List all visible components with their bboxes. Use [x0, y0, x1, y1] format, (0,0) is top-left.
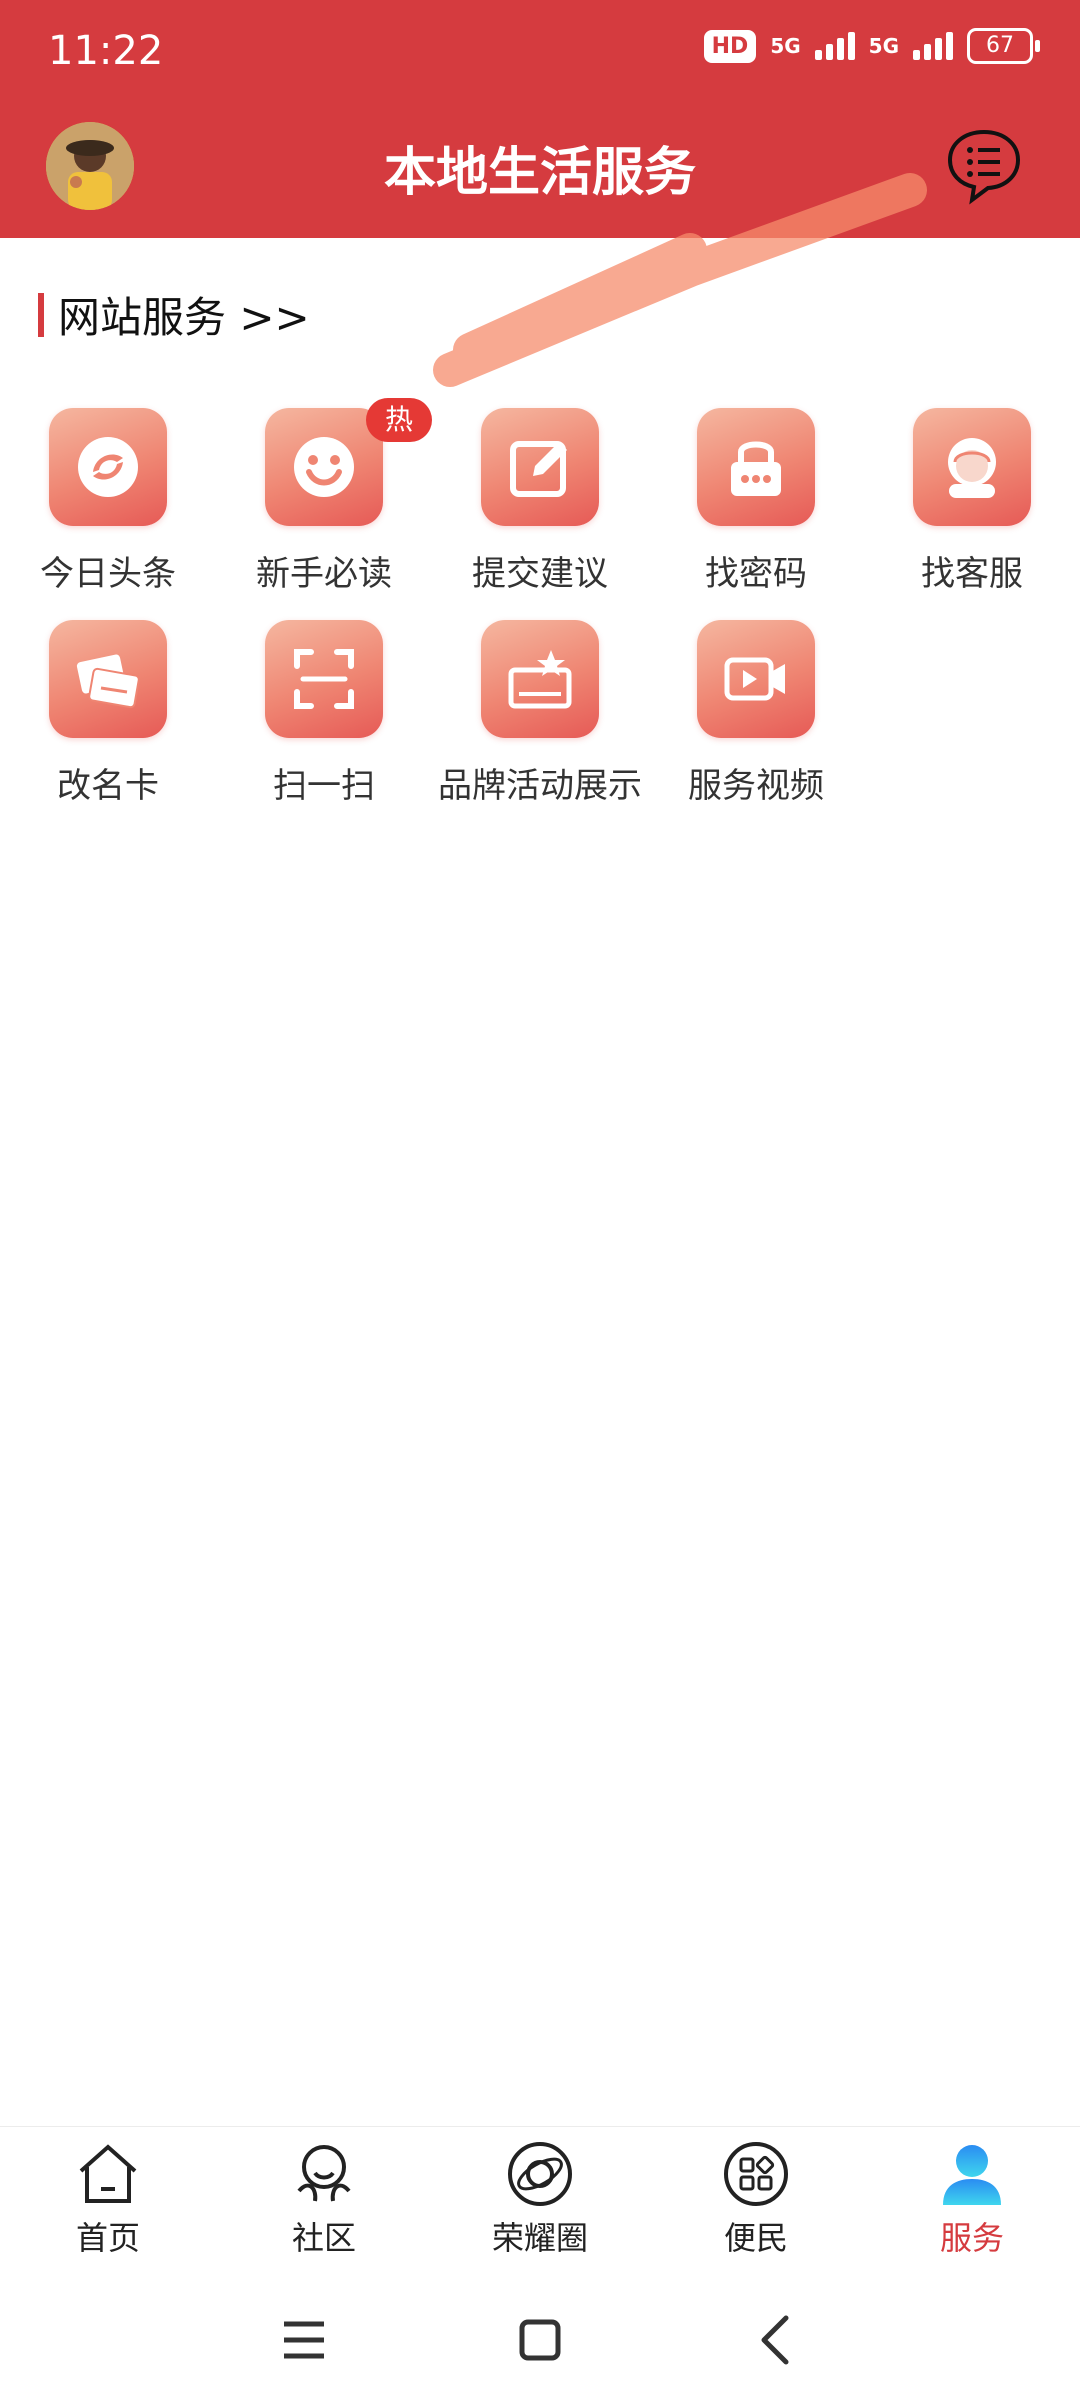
service-saoyisao[interactable]: 扫一扫	[216, 620, 432, 807]
scan-icon	[265, 620, 383, 738]
nav-honor-circle[interactable]: 荣耀圈	[432, 2139, 648, 2259]
bottom-navigation: 首页 社区 荣耀圈 便民 服务	[0, 2126, 1080, 2267]
honor-circle-icon	[505, 2139, 575, 2209]
service-label: 提交建议	[472, 554, 608, 594]
chat-list-icon	[947, 129, 1021, 205]
service-label: 新手必读	[256, 554, 392, 594]
nav-label: 荣耀圈	[491, 2219, 588, 2257]
message-button[interactable]	[944, 126, 1024, 206]
service-jinritoutiao[interactable]: 今日头条	[0, 408, 216, 595]
edit-icon	[481, 408, 599, 526]
service-gaimingka[interactable]: 改名卡	[0, 620, 216, 807]
status-icons: HD 5G 5G 67	[703, 28, 1040, 64]
nav-label: 便民	[723, 2219, 788, 2257]
service-fuwushipin[interactable]: 服务视频	[648, 620, 864, 807]
menu-button[interactable]	[264, 2300, 344, 2380]
service-label: 改名卡	[57, 766, 159, 806]
section-title-text: 网站服务 >>	[58, 293, 310, 342]
square-icon	[519, 2319, 561, 2361]
signal-icon-2	[913, 32, 953, 60]
service-pinpaihuodong[interactable]: 品牌活动展示	[432, 620, 648, 807]
service-label: 找密码	[705, 554, 807, 594]
hot-badge: 热	[366, 398, 432, 442]
community-icon	[289, 2139, 359, 2209]
battery-icon: 67	[967, 28, 1040, 64]
page-title: 本地生活服务	[383, 143, 696, 203]
top-bar: 11:22 HD 5G 5G 67 本地生活服务	[0, 0, 1080, 238]
system-navigation	[0, 2270, 1080, 2400]
home-icon	[73, 2139, 143, 2209]
signal-icon-1	[814, 32, 855, 60]
service-label: 找客服	[921, 554, 1023, 594]
home-button[interactable]	[500, 2300, 580, 2380]
service-tijiaojianyi[interactable]: 提交建议	[432, 408, 648, 595]
network-label-1: 5G	[770, 34, 801, 58]
smiley-icon	[265, 408, 383, 526]
menu-icon	[284, 2321, 324, 2359]
lock-icon	[697, 408, 815, 526]
battery-level: 67	[967, 28, 1033, 64]
service-label: 服务视频	[688, 766, 824, 806]
service-label: 品牌活动展示	[438, 766, 642, 806]
status-time: 11:22	[48, 28, 164, 74]
service-xinshoubidu[interactable]: 热 新手必读	[216, 398, 432, 595]
refresh-swirl-icon	[49, 408, 167, 526]
nav-label: 服务	[939, 2219, 1004, 2257]
nav-home[interactable]: 首页	[0, 2139, 216, 2259]
video-icon	[697, 620, 815, 738]
brand-activity-icon	[481, 620, 599, 738]
nav-label: 首页	[75, 2219, 140, 2257]
service-label: 今日头条	[40, 554, 176, 594]
nav-service[interactable]: 服务	[864, 2139, 1080, 2259]
nav-community[interactable]: 社区	[216, 2139, 432, 2259]
service-zhaomima[interactable]: 找密码	[648, 408, 864, 595]
service-label: 扫一扫	[273, 766, 375, 806]
network-label-2: 5G	[868, 34, 899, 58]
back-button[interactable]	[736, 2300, 816, 2380]
section-accent-bar	[38, 292, 44, 337]
service-zhaokefu[interactable]: 找客服	[864, 408, 1080, 595]
back-arrow-icon	[761, 2315, 789, 2365]
nav-convenience[interactable]: 便民	[648, 2139, 864, 2259]
id-card-icon	[49, 620, 167, 738]
customer-service-icon	[913, 408, 1031, 526]
nav-label: 社区	[291, 2219, 356, 2257]
hd-icon: HD	[703, 29, 757, 63]
section-title[interactable]: 网站服务 >>	[38, 284, 310, 345]
convenience-icon	[721, 2139, 791, 2209]
service-icon	[937, 2139, 1007, 2209]
